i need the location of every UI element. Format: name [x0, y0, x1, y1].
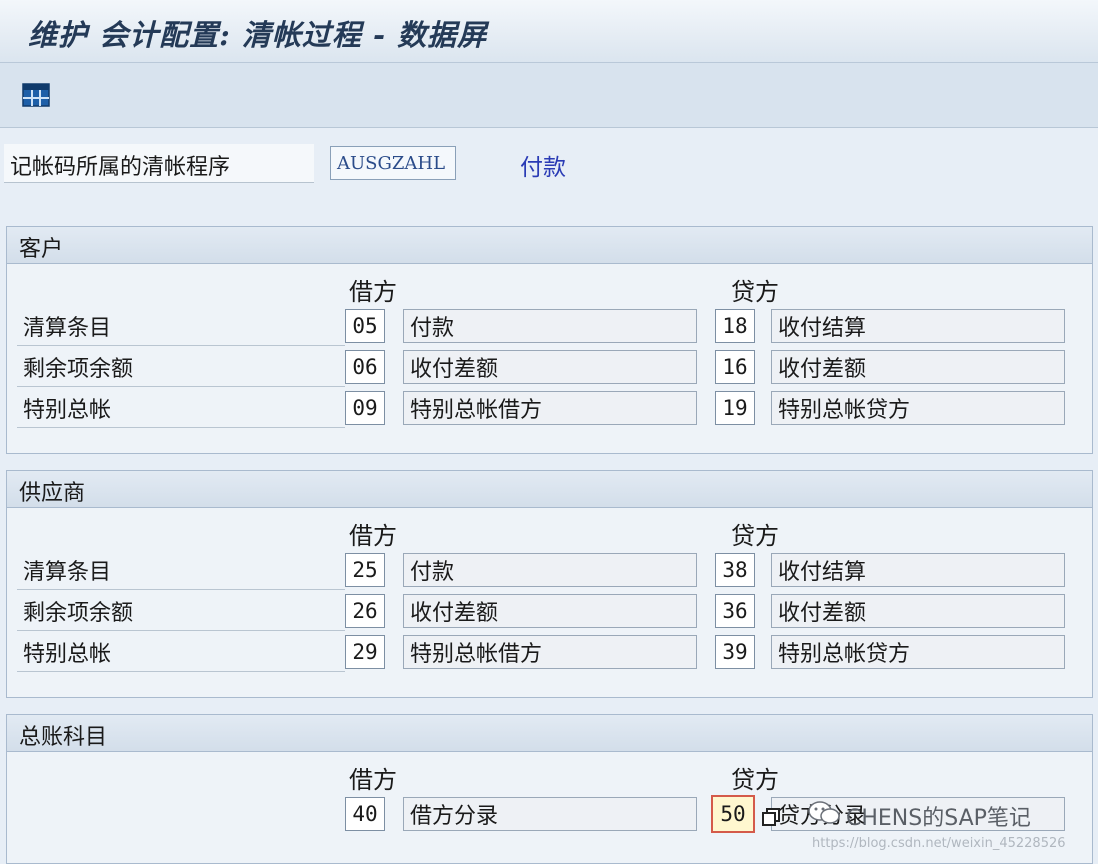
debit-header: 借方	[349, 766, 397, 794]
row-divider	[17, 345, 345, 346]
group-vendor-title-bar: 供应商	[7, 471, 1092, 508]
application-toolbar	[0, 63, 1098, 128]
posting-key-text: 特别总帐贷方	[771, 391, 1065, 425]
credit-header: 贷方	[731, 766, 779, 794]
credit-header: 贷方	[731, 522, 779, 550]
debit-header: 借方	[349, 278, 397, 306]
posting-key-input[interactable]: 05	[345, 309, 385, 343]
posting-key-input[interactable]: 39	[715, 635, 755, 669]
posting-key-input-focused[interactable]: 50	[711, 795, 755, 833]
row-divider	[17, 427, 345, 428]
group-vendor-title: 供应商	[19, 481, 86, 506]
posting-key-input[interactable]: 38	[715, 553, 755, 587]
row-divider	[17, 671, 345, 672]
group-vendor: 供应商 借方 贷方 清算条目 25 付款 38 收付结算 剩余项余额 26 收付…	[6, 470, 1093, 698]
row-divider	[17, 589, 345, 590]
search-help-icon[interactable]	[761, 807, 781, 827]
posting-key-text: 特别总帐贷方	[771, 635, 1065, 669]
watermark: https://blog.csdn.net/weixin_45228526	[812, 836, 1066, 851]
group-customer-title-bar: 客户	[7, 227, 1092, 264]
posting-key-input[interactable]: 40	[345, 797, 385, 831]
wechat-label: CHENS的SAP笔记	[846, 806, 1031, 831]
posting-key-input[interactable]: 25	[345, 553, 385, 587]
row-label: 特别总帐	[23, 398, 112, 423]
group-gl-account-title-bar: 总账科目	[7, 715, 1092, 752]
row-label: 剩余项余额	[23, 601, 134, 626]
row-label: 特别总帐	[23, 642, 112, 667]
posting-key-text: 收付结算	[771, 309, 1065, 343]
row-label: 剩余项余额	[23, 357, 134, 382]
posting-key-text: 特别总帐借方	[403, 391, 697, 425]
header-field-label: 记帐码所属的清帐程序	[10, 155, 231, 180]
group-customer: 客户 借方 贷方 清算条目 05 付款 18 收付结算 剩余项余额 06 收付差…	[6, 226, 1093, 454]
table-icon[interactable]	[22, 81, 50, 109]
posting-key-input[interactable]: 09	[345, 391, 385, 425]
clearing-procedure-input[interactable]: AUSGZAHL	[330, 146, 456, 180]
posting-key-input[interactable]: 36	[715, 594, 755, 628]
posting-key-input[interactable]: 29	[345, 635, 385, 669]
row-label: 清算条目	[23, 316, 112, 341]
posting-key-text: 收付差额	[771, 594, 1065, 628]
posting-key-text: 收付差额	[771, 350, 1065, 384]
posting-key-input[interactable]: 19	[715, 391, 755, 425]
row-divider	[17, 630, 345, 631]
title-bar: 维护 会计配置: 清帐过程 - 数据屏	[0, 0, 1098, 63]
window-title: 维护 会计配置: 清帐过程 - 数据屏	[28, 18, 488, 52]
row-divider	[17, 386, 345, 387]
posting-key-text: 收付差额	[403, 594, 697, 628]
wechat-icon	[808, 801, 840, 824]
group-gl-account-title: 总账科目	[19, 725, 108, 750]
posting-key-input[interactable]: 26	[345, 594, 385, 628]
credit-header: 贷方	[731, 278, 779, 306]
row-label: 清算条目	[23, 560, 112, 585]
clearing-procedure-description: 付款	[520, 155, 566, 181]
group-customer-title: 客户	[19, 237, 64, 262]
posting-key-text: 特别总帐借方	[403, 635, 697, 669]
posting-key-text: 付款	[403, 309, 697, 343]
posting-key-text: 收付差额	[403, 350, 697, 384]
posting-key-input[interactable]: 16	[715, 350, 755, 384]
debit-header: 借方	[349, 522, 397, 550]
posting-key-text: 收付结算	[771, 553, 1065, 587]
posting-key-input[interactable]: 06	[345, 350, 385, 384]
posting-key-input[interactable]: 18	[715, 309, 755, 343]
main-content: 记帐码所属的清帐程序 AUSGZAHL 付款 客户 借方 贷方 清算条目 05 …	[0, 128, 1098, 864]
posting-key-text: 借方分录	[403, 797, 697, 831]
posting-key-text: 付款	[403, 553, 697, 587]
